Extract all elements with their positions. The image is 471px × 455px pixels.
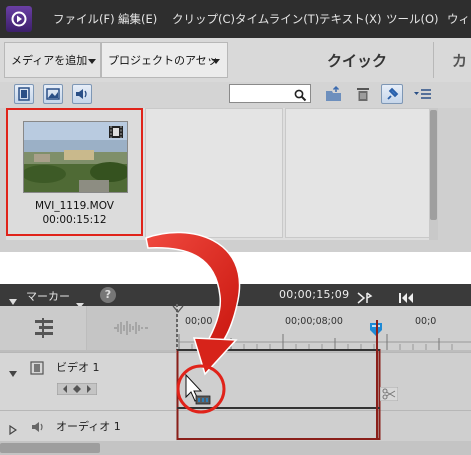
search-input[interactable] bbox=[229, 84, 311, 103]
clip-duration: 00:00:15:12 bbox=[42, 214, 107, 226]
timeline-overlay bbox=[176, 320, 381, 440]
timeline-scrollbar[interactable] bbox=[0, 441, 471, 455]
menu-bar: ファイル(F) 編集(E) クリップ(C) タイムライン(T) テキスト(X) … bbox=[0, 0, 471, 38]
chevron-down-icon bbox=[212, 59, 220, 64]
media-clip-tile[interactable]: MVI_1119.MOV 00:00:15:12 bbox=[6, 108, 143, 236]
project-assets-tab[interactable]: プロジェクトのアセット bbox=[101, 42, 228, 103]
clip-thumbnail bbox=[23, 121, 128, 193]
scrollbar-thumb[interactable] bbox=[0, 443, 100, 453]
search-icon[interactable] bbox=[294, 87, 307, 106]
grid-scrollbar[interactable] bbox=[429, 108, 438, 240]
tab-next[interactable]: カ bbox=[452, 50, 467, 71]
pin-icon[interactable] bbox=[381, 84, 403, 104]
chevron-down-icon bbox=[88, 59, 96, 64]
new-folder-icon[interactable] bbox=[324, 85, 344, 107]
image-filter-icon[interactable] bbox=[43, 84, 63, 104]
app-logo-icon bbox=[6, 6, 32, 32]
scrollbar-thumb[interactable] bbox=[430, 110, 437, 220]
menu-edit[interactable]: 編集(E) bbox=[118, 11, 157, 27]
audio-filter-icon[interactable] bbox=[72, 84, 92, 104]
empty-grid-cell bbox=[145, 108, 283, 238]
empty-grid-cell bbox=[285, 108, 431, 238]
menu-file[interactable]: ファイル(F) bbox=[53, 11, 115, 27]
clip-name: MVI_1119.MOV bbox=[35, 200, 114, 212]
menu-window[interactable]: ウィ bbox=[447, 11, 470, 27]
menu-timeline[interactable]: タイムライン(T) bbox=[235, 11, 319, 27]
tab-divider bbox=[433, 42, 434, 78]
menu-tools[interactable]: ツール(O) bbox=[386, 11, 439, 27]
menu-text[interactable]: テキスト(X) bbox=[319, 11, 382, 27]
tab-row: メディアを追加 プロジェクトのアセット クイック カ bbox=[0, 38, 471, 103]
project-assets-panel: ファイル(F) 編集(E) クリップ(C) タイムライン(T) テキスト(X) … bbox=[0, 0, 471, 252]
tab-quick[interactable]: クイック bbox=[327, 50, 387, 71]
video-clip-badge-icon bbox=[108, 124, 124, 143]
assets-toolbar bbox=[0, 82, 471, 108]
timeline-panel: マーカー ? 00;00;15;09 00;00 00;00;08;00 00;… bbox=[0, 284, 471, 455]
menu-clip[interactable]: クリップ(C) bbox=[172, 11, 235, 27]
film-filter-icon[interactable] bbox=[14, 84, 34, 104]
add-media-button[interactable]: メディアを追加 bbox=[4, 42, 101, 78]
scissors-icon[interactable] bbox=[379, 386, 399, 405]
trash-icon[interactable] bbox=[354, 85, 372, 107]
add-media-label: メディアを追加 bbox=[11, 54, 88, 67]
list-options-icon[interactable] bbox=[413, 87, 433, 106]
